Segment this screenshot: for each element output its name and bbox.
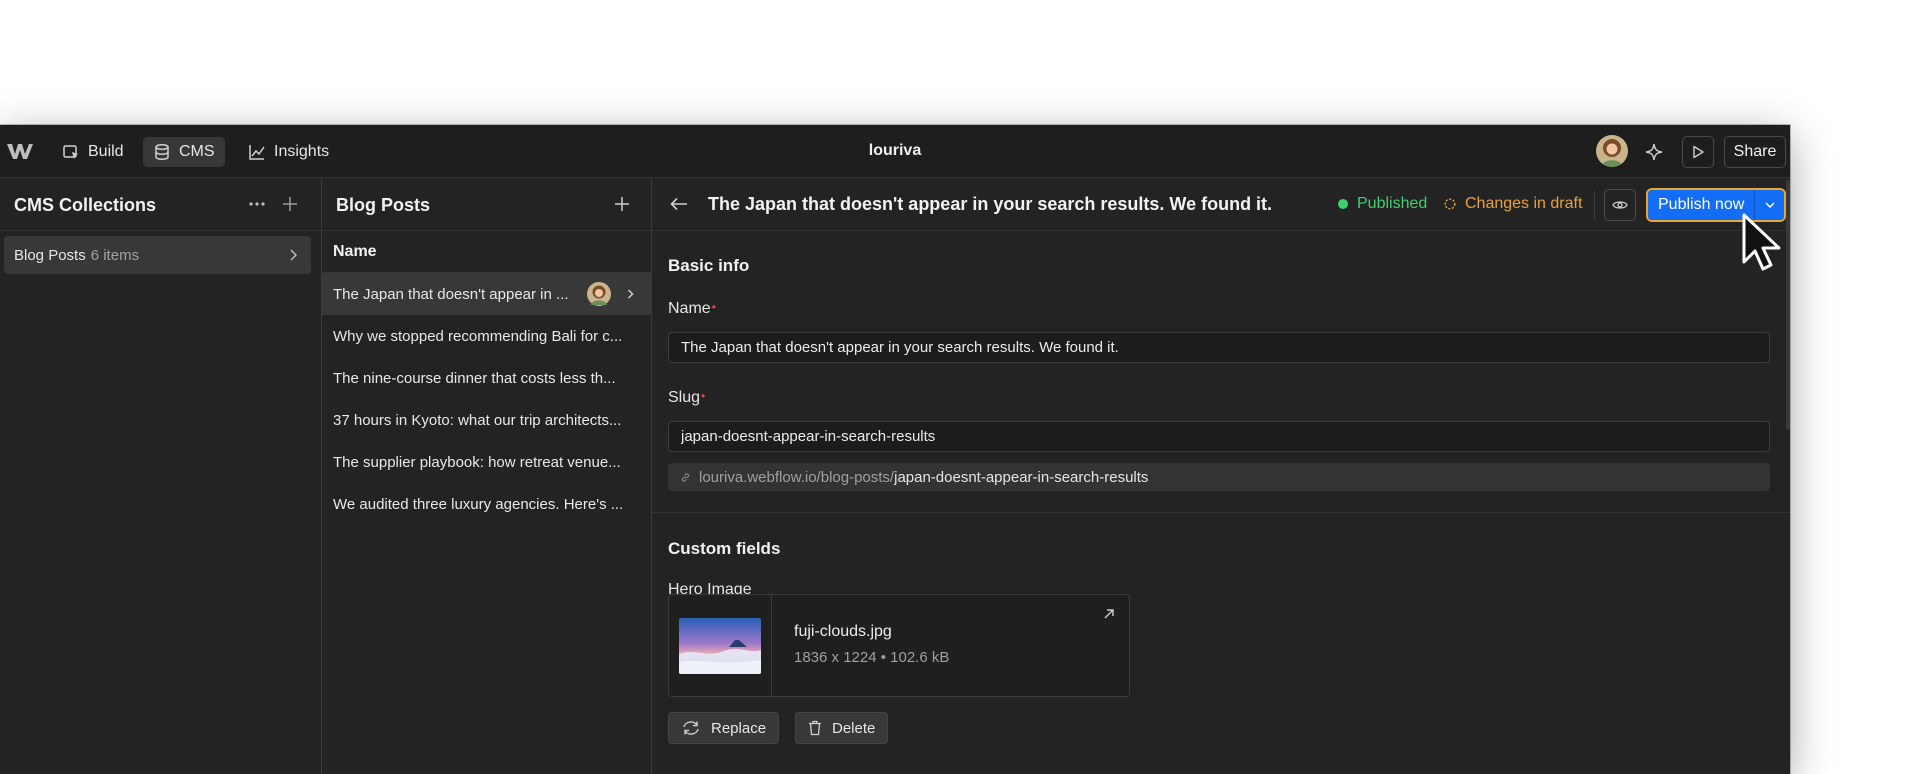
post-row[interactable]: The nine-course dinner that costs less t…: [322, 357, 651, 399]
item-url-bar[interactable]: louriva.webflow.io/blog-posts/japan-does…: [668, 463, 1770, 491]
hero-thumbnail: [679, 618, 761, 674]
delete-label: Delete: [832, 719, 876, 737]
editor-scrollbar[interactable]: [1786, 180, 1790, 430]
slug-field-label: Slug•: [668, 389, 705, 407]
post-row-title: The nine-course dinner that costs less t…: [333, 369, 616, 387]
post-row[interactable]: The Japan that doesn't appear in ...: [322, 273, 651, 315]
cms-window: Build CMS Insights louriva Share CMS Col…: [0, 125, 1790, 774]
post-row-title: Why we stopped recommending Bali for c..…: [333, 327, 623, 345]
user-avatar[interactable]: [1596, 135, 1628, 167]
nav-cms-label: CMS: [179, 143, 215, 160]
trash-icon: [809, 720, 821, 736]
replace-label: Replace: [711, 719, 767, 737]
url-prefix: louriva.webflow.io/blog-posts/: [699, 468, 895, 486]
build-icon: [63, 145, 78, 159]
published-label: Published: [1357, 195, 1428, 212]
collections-header: CMS Collections: [0, 178, 321, 231]
add-post-icon[interactable]: [614, 196, 630, 212]
draft-status: Changes in draft: [1444, 195, 1582, 213]
posts-header: Blog Posts: [322, 178, 651, 231]
post-row[interactable]: We audited three luxury agencies. Here's…: [322, 483, 651, 525]
name-column-label: Name: [333, 243, 377, 260]
post-row-title: We audited three luxury agencies. Here's…: [333, 495, 624, 513]
preview-item-button[interactable]: [1604, 189, 1636, 221]
hero-thumbnail-frame[interactable]: [669, 595, 772, 696]
draft-pending-icon: [1444, 198, 1456, 210]
collection-count: 6 items: [90, 246, 140, 264]
eye-icon: [1612, 201, 1628, 209]
name-column-header[interactable]: Name: [322, 231, 651, 273]
replace-image-button[interactable]: Replace: [668, 712, 780, 744]
name-field-label: Name•: [668, 300, 716, 318]
open-external-icon[interactable]: [1103, 608, 1115, 620]
post-row-title: The supplier playbook: how retreat venue…: [333, 453, 621, 471]
play-icon: [1693, 145, 1704, 159]
header-divider: [1594, 190, 1595, 220]
posts-panel: Blog Posts Name The Japan that doesn't a…: [322, 178, 652, 774]
basic-info-heading: Basic info: [668, 256, 750, 275]
draft-label: Changes in draft: [1465, 195, 1583, 212]
top-bar: Build CMS Insights louriva Share: [0, 125, 1790, 178]
share-button[interactable]: Share: [1724, 136, 1786, 168]
nav-insights-label: Insights: [274, 143, 330, 160]
slug-input[interactable]: [668, 421, 1770, 452]
post-row[interactable]: 37 hours in Kyoto: what our trip archite…: [322, 399, 651, 441]
nav-build-button[interactable]: Build: [52, 137, 134, 167]
author-avatar: [587, 282, 611, 306]
chevron-right-icon: [627, 289, 634, 299]
replace-icon: [683, 721, 699, 735]
more-options-icon[interactable]: [249, 202, 265, 206]
publish-now-button[interactable]: Publish now: [1648, 190, 1755, 220]
file-name: fuji-clouds.jpg: [794, 623, 892, 640]
item-title: The Japan that doesn't appear in your se…: [708, 194, 1273, 214]
webflow-logo-icon[interactable]: [6, 140, 34, 162]
post-row[interactable]: Why we stopped recommending Bali for c..…: [322, 315, 651, 357]
nav-insights-button[interactable]: Insights: [238, 137, 339, 167]
section-divider: [652, 512, 1790, 513]
chart-icon: [249, 145, 265, 160]
posts-title: Blog Posts: [336, 195, 431, 215]
post-row-title: The Japan that doesn't appear in ...: [333, 285, 569, 303]
slug-label-text: Slug: [668, 389, 701, 406]
post-row-title: 37 hours in Kyoto: what our trip archite…: [333, 411, 622, 429]
published-dot-icon: [1338, 199, 1348, 209]
back-arrow-icon[interactable]: [670, 197, 688, 211]
database-icon: [155, 143, 169, 161]
link-icon: [681, 472, 690, 482]
chevron-down-icon: [1765, 202, 1775, 208]
add-collection-icon[interactable]: [282, 196, 298, 212]
required-marker: •: [711, 300, 716, 314]
name-label-text: Name: [668, 300, 711, 317]
sparkle-icon: [1645, 143, 1663, 161]
name-input[interactable]: [668, 332, 1770, 363]
delete-image-button[interactable]: Delete: [795, 712, 889, 744]
preview-button[interactable]: [1682, 136, 1714, 168]
collection-item-blog-posts[interactable]: Blog Posts 6 items: [4, 236, 311, 274]
published-status: Published: [1338, 195, 1427, 213]
nav-cms-button[interactable]: CMS: [143, 137, 225, 167]
url-slug: japan-doesnt-appear-in-search-results: [894, 468, 1149, 486]
mouse-cursor-icon: [1742, 213, 1781, 271]
collections-panel: CMS Collections Blog Posts 6 items: [0, 178, 322, 774]
post-row[interactable]: The supplier playbook: how retreat venue…: [322, 441, 651, 483]
required-marker: •: [701, 389, 706, 403]
collection-name: Blog Posts: [14, 246, 86, 264]
nav-build-label: Build: [88, 143, 124, 160]
file-meta: 1836 x 1224 • 102.6 kB: [794, 649, 950, 666]
custom-fields-heading: Custom fields: [668, 539, 781, 558]
item-editor: The Japan that doesn't appear in your se…: [652, 178, 1790, 774]
editor-header: The Japan that doesn't appear in your se…: [652, 178, 1790, 231]
ai-assistant-button[interactable]: [1638, 136, 1670, 168]
collections-title: CMS Collections: [14, 195, 157, 215]
chevron-right-icon: [290, 249, 297, 261]
hero-image-card: fuji-clouds.jpg 1836 x 1224 • 102.6 kB: [668, 594, 1130, 697]
